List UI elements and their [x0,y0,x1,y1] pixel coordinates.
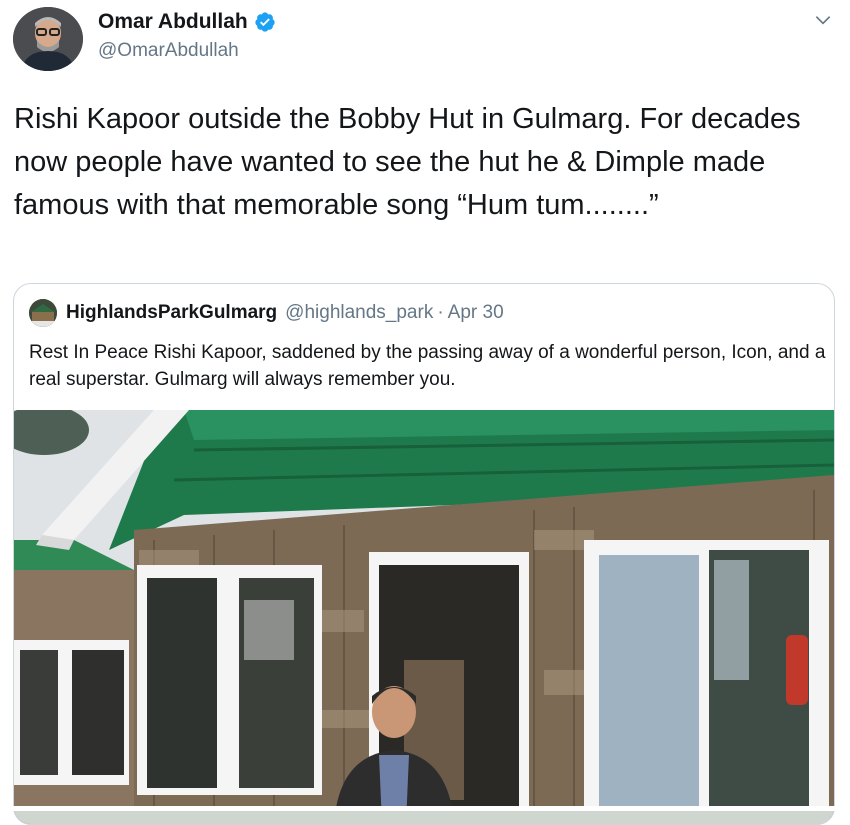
quoted-author-handle[interactable]: @highlands_park [285,302,433,324]
author-display-name[interactable]: Omar Abdullah [98,10,248,34]
quoted-author-display-name[interactable]: HighlandsParkGulmarg [66,302,277,324]
quoted-author-avatar[interactable] [29,299,57,327]
tweet: Omar Abdullah @OmarAbdullah Rishi Kapoor… [0,0,850,825]
quoted-tweet-header: HighlandsParkGulmarg @highlands_park · A… [29,299,504,327]
tweet-text: Rishi Kapoor outside the Bobby Hut in Gu… [14,103,801,221]
author-name-row[interactable]: Omar Abdullah [98,10,276,34]
quoted-tweet-photo[interactable] [14,410,834,824]
quoted-tweet-card[interactable]: HighlandsParkGulmarg @highlands_park · A… [13,283,835,825]
quoted-tweet-date[interactable]: Apr 30 [448,302,504,324]
quoted-tweet-text: Rest In Peace Rishi Kapoor, saddened by … [29,342,826,390]
quoted-separator: · [437,302,444,323]
chevron-down-icon[interactable] [812,10,834,30]
verified-badge-icon [255,12,275,32]
bottom-divider [0,806,850,811]
author-avatar[interactable] [13,7,83,71]
author-handle[interactable]: @OmarAbdullah [98,40,239,62]
